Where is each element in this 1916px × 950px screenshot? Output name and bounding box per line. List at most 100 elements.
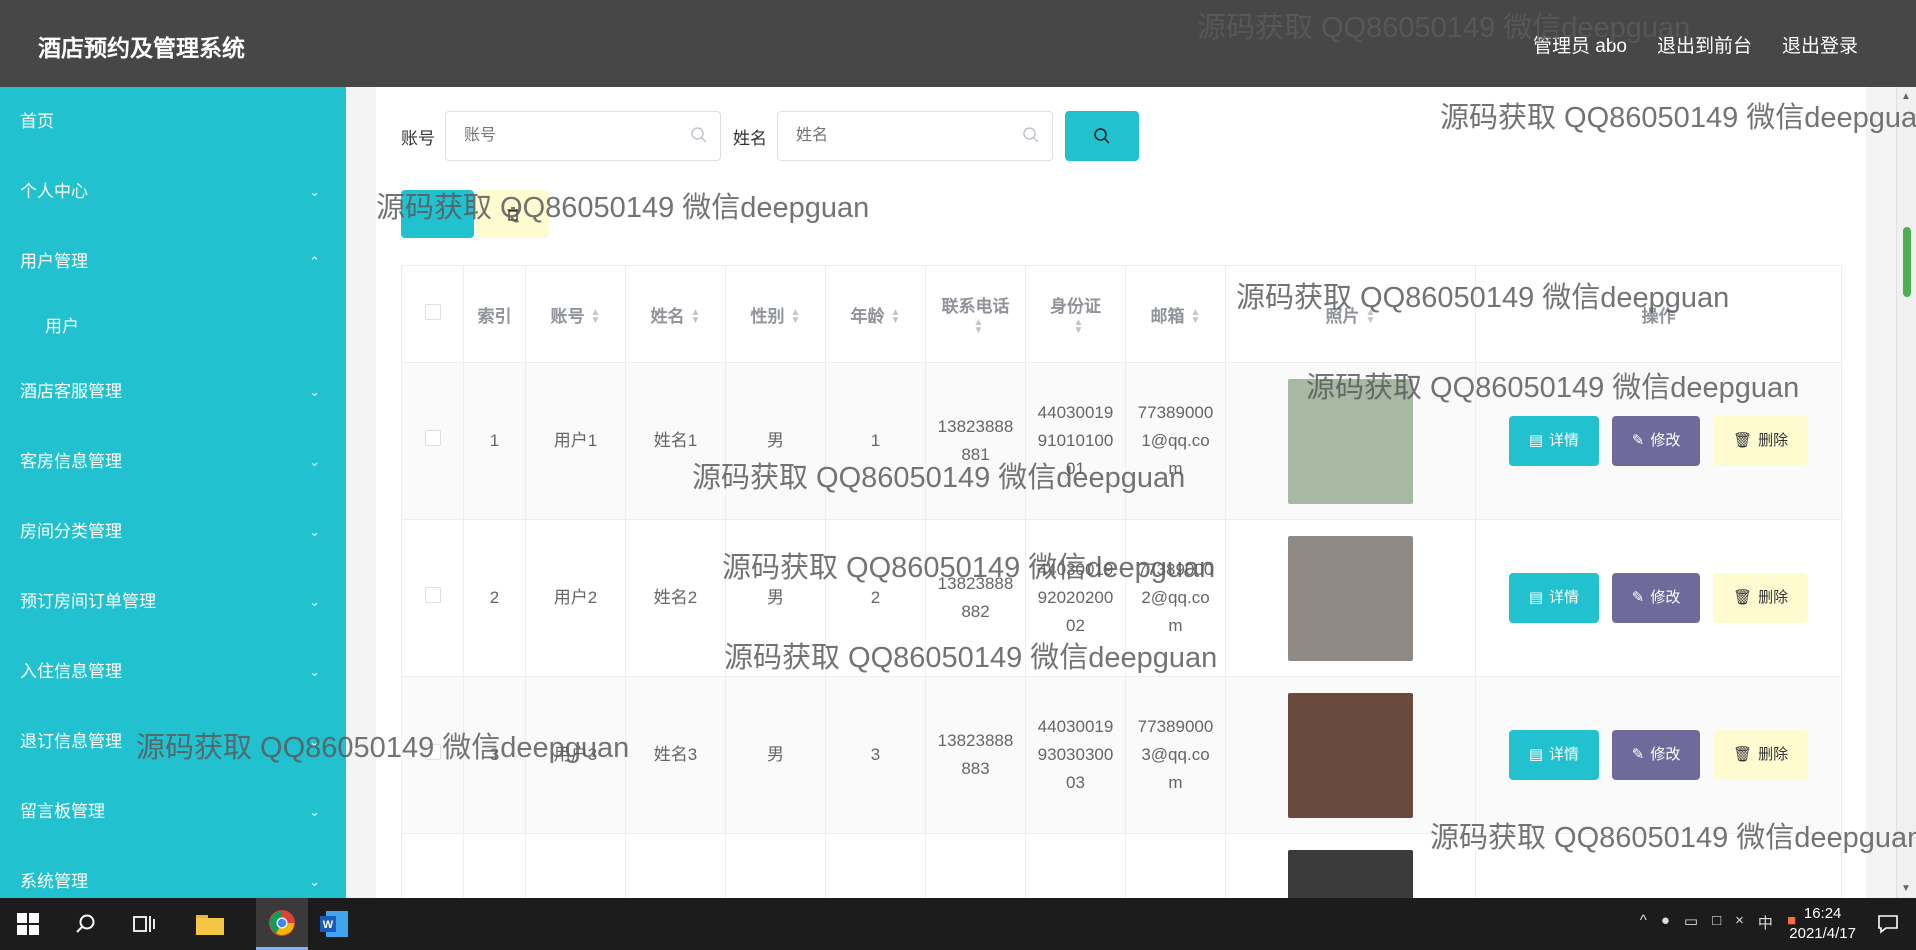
scroll-up-icon[interactable]: ▲ bbox=[1901, 91, 1911, 102]
search-icon bbox=[1094, 128, 1110, 144]
user-photo bbox=[1288, 378, 1413, 504]
sidebar-item-customer-service[interactable]: 酒店客服管理 ⌄ bbox=[0, 357, 346, 427]
account-search-input[interactable] bbox=[446, 112, 720, 160]
cell-email: 773890002@qq.com bbox=[1125, 519, 1226, 677]
name-field bbox=[777, 111, 1053, 161]
user-photo bbox=[1288, 849, 1413, 898]
file-explorer-icon[interactable] bbox=[194, 908, 226, 940]
detail-button[interactable]: ▤ 详情 bbox=[1508, 573, 1600, 623]
row-checkbox[interactable] bbox=[424, 430, 441, 446]
delete-button[interactable]: 🗑 删除 bbox=[1713, 416, 1809, 466]
battery-icon[interactable]: ▭ bbox=[1684, 912, 1698, 933]
word-icon[interactable]: W bbox=[318, 908, 350, 940]
column-header-age[interactable]: 年龄 ▲ ▼ bbox=[825, 265, 926, 363]
row-checkbox[interactable] bbox=[424, 744, 441, 760]
windows-taskbar: W ^ ● ▭ □ × 中 ■ 16:24 2021/4/17 bbox=[0, 898, 1916, 950]
column-header-account[interactable]: 账号 ▲ ▼ bbox=[525, 265, 626, 363]
task-view-icon[interactable] bbox=[128, 908, 160, 940]
top-header: 酒店预约及管理系统 管理员 abo 退出到前台 退出登录 bbox=[0, 0, 1916, 87]
name-search-input[interactable] bbox=[778, 112, 1052, 160]
qq-icon[interactable]: ● bbox=[1661, 912, 1670, 933]
row-checkbox[interactable] bbox=[424, 587, 441, 603]
delete-button[interactable]: 🗑 删除 bbox=[1713, 730, 1809, 780]
scroll-down-icon[interactable]: ▼ bbox=[1901, 883, 1911, 894]
chevron-down-icon: ⌄ bbox=[309, 454, 320, 469]
pencil-icon: ✎ bbox=[1631, 432, 1645, 449]
sidebar-item-home[interactable]: 首页 bbox=[0, 87, 346, 157]
clock-date: 2021/4/17 bbox=[1789, 925, 1856, 942]
clock-time: 16:24 bbox=[1803, 905, 1842, 922]
table-row: 3 用户3 姓名3 男 3 13823888883 44030019930303… bbox=[401, 676, 1842, 834]
chevron-down-icon: ⌄ bbox=[309, 734, 320, 749]
tray-expand-icon[interactable]: ^ bbox=[1640, 912, 1647, 933]
account-label: 账号 bbox=[401, 128, 435, 148]
sort-icon[interactable]: ▲ ▼ bbox=[791, 308, 801, 326]
cell-name: 姓名2 bbox=[625, 519, 726, 677]
sort-icon[interactable]: ▲ ▼ bbox=[691, 308, 701, 326]
sidebar-item-room-info[interactable]: 客房信息管理 ⌄ bbox=[0, 427, 346, 497]
delete-button[interactable]: 🗑 删除 bbox=[1713, 573, 1809, 623]
windows-start-icon[interactable] bbox=[12, 908, 44, 940]
cell-actions bbox=[1475, 833, 1842, 898]
select-all-checkbox[interactable] bbox=[424, 303, 441, 320]
detail-button[interactable]: ▤ 详情 bbox=[1508, 730, 1600, 780]
chevron-up-icon: ⌃ bbox=[309, 254, 320, 269]
network-icon[interactable]: □ bbox=[1712, 912, 1721, 933]
content-panel: 账号 姓名 bbox=[376, 87, 1866, 898]
sidebar-item-room-category[interactable]: 房间分类管理 ⌄ bbox=[0, 497, 346, 567]
sort-icon[interactable]: ▲ ▼ bbox=[974, 318, 984, 336]
edit-button[interactable]: ✎ 修改 bbox=[1611, 730, 1701, 780]
bulk-delete-button[interactable] bbox=[476, 190, 549, 238]
cell-gender bbox=[725, 833, 826, 898]
sidebar-item-personal-center[interactable]: 个人中心 ⌄ bbox=[0, 157, 346, 227]
notification-icon[interactable] bbox=[1872, 908, 1904, 940]
cell-phone: 1382388 bbox=[925, 833, 1026, 898]
cell-gender: 男 bbox=[725, 362, 826, 520]
exit-to-frontend-link[interactable]: 退出到前台 bbox=[1657, 31, 1752, 58]
column-header-phone[interactable]: 联系电话 ▲ ▼ bbox=[925, 265, 1026, 363]
name-label: 姓名 bbox=[733, 128, 767, 148]
column-header-idcard[interactable]: 身份证 ▲ ▼ bbox=[1025, 265, 1126, 363]
search-button[interactable] bbox=[1065, 111, 1139, 161]
column-header-email[interactable]: 邮箱 ▲ ▼ bbox=[1125, 265, 1226, 363]
logout-link[interactable]: 退出登录 bbox=[1782, 31, 1858, 58]
search-icon[interactable] bbox=[70, 908, 102, 940]
cell-gender: 男 bbox=[725, 676, 826, 834]
sidebar-item-message-board[interactable]: 留言板管理 ⌄ bbox=[0, 777, 346, 847]
cell-phone: 13823888881 bbox=[925, 362, 1026, 520]
sort-icon[interactable]: ▲ ▼ bbox=[1191, 308, 1201, 326]
sort-icon[interactable]: ▲ ▼ bbox=[591, 308, 601, 326]
admin-user-link[interactable]: 管理员 abo bbox=[1533, 31, 1627, 58]
cell-index: 3 bbox=[463, 676, 526, 834]
table-row: 1 用户1 姓名1 男 1 13823888881 44030019910101… bbox=[401, 362, 1842, 520]
sort-icon[interactable]: ▲ ▼ bbox=[1366, 308, 1376, 326]
app-title: 酒店预约及管理系统 bbox=[38, 35, 245, 61]
chrome-icon[interactable] bbox=[256, 898, 308, 950]
column-header-gender[interactable]: 性别 ▲ ▼ bbox=[725, 265, 826, 363]
edit-button[interactable]: ✎ 修改 bbox=[1611, 573, 1701, 623]
input-method-label[interactable]: 中 bbox=[1758, 912, 1773, 933]
sidebar-item-booking-orders[interactable]: 预订房间订单管理 ⌄ bbox=[0, 567, 346, 637]
table-row: 1382388 4403001 7738900 bbox=[401, 833, 1842, 898]
vertical-scrollbar[interactable]: ▲ ▼ bbox=[1896, 87, 1916, 898]
sidebar-subitem-user[interactable]: 用户 bbox=[0, 297, 346, 357]
sidebar-item-cancellation[interactable]: 退订信息管理 ⌄ bbox=[0, 707, 346, 777]
sidebar-item-user-management[interactable]: 用户管理 ⌃ bbox=[0, 227, 346, 297]
sort-icon[interactable]: ▲ ▼ bbox=[891, 308, 901, 326]
sort-icon[interactable]: ▲ ▼ bbox=[1074, 318, 1084, 336]
add-button[interactable] bbox=[401, 190, 474, 238]
sidebar-item-checkin[interactable]: 入住信息管理 ⌄ bbox=[0, 637, 346, 707]
column-header-photo[interactable]: 照片 ▲ ▼ bbox=[1225, 265, 1476, 363]
edit-button[interactable]: ✎ 修改 bbox=[1611, 416, 1701, 466]
cell-phone: 13823888882 bbox=[925, 519, 1026, 677]
scrollbar-thumb[interactable] bbox=[1903, 227, 1911, 297]
volume-muted-icon[interactable]: × bbox=[1735, 912, 1744, 933]
column-header-name[interactable]: 姓名 ▲ ▼ bbox=[625, 265, 726, 363]
taskbar-clock[interactable]: 16:24 2021/4/17 bbox=[1789, 904, 1856, 944]
sidebar-item-system[interactable]: 系统管理 ⌄ bbox=[0, 847, 346, 898]
cell-index: 1 bbox=[463, 362, 526, 520]
user-photo bbox=[1288, 692, 1413, 818]
detail-button[interactable]: ▤ 详情 bbox=[1508, 416, 1600, 466]
pencil-icon: ✎ bbox=[1631, 589, 1645, 606]
search-icon bbox=[691, 127, 707, 143]
